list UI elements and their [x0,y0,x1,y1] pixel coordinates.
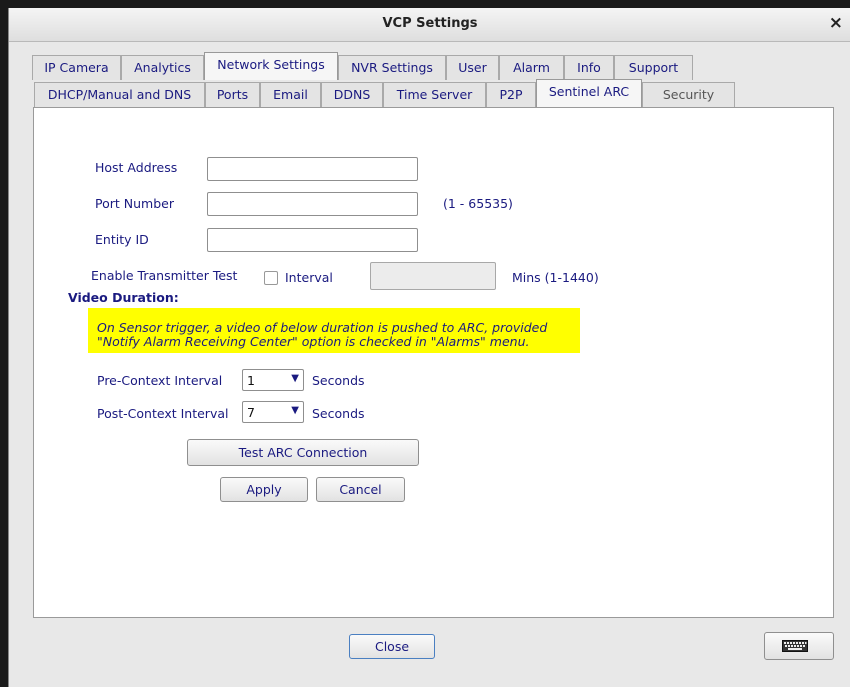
pre-context-value: 1 [247,373,255,388]
tab-nvr-settings[interactable]: NVR Settings [338,55,446,80]
pre-context-select[interactable]: 1 ▼ [242,369,304,391]
sentinel-arc-panel [33,107,834,618]
tab-dhcp-manual-dns[interactable]: DHCP/Manual and DNS [34,82,205,107]
cancel-button[interactable]: Cancel [316,477,405,502]
window-title: VCP Settings [382,16,478,31]
tab-time-server[interactable]: Time Server [383,82,486,107]
tab-ports[interactable]: Ports [205,82,260,107]
interval-label: Interval [285,270,333,285]
tab-info[interactable]: Info [564,55,614,80]
interval-unit-label: Mins (1-1440) [512,270,599,285]
interval-input[interactable] [370,262,496,290]
tab-alarm[interactable]: Alarm [499,55,564,80]
keyboard-button[interactable] [764,632,834,660]
note-line-1: On Sensor trigger, a video of below dura… [97,320,548,335]
apply-button[interactable]: Apply [220,477,308,502]
host-address-label: Host Address [95,160,178,175]
tab-support[interactable]: Support [614,55,693,80]
title-bar: VCP Settings × [9,8,850,42]
close-button[interactable]: Close [349,634,435,659]
tab-p2p[interactable]: P2P [486,82,536,107]
post-context-unit: Seconds [312,406,365,421]
window-close-icon[interactable]: × [829,13,843,33]
keyboard-icon [782,640,808,652]
host-address-input[interactable] [207,157,418,181]
post-context-select[interactable]: 7 ▼ [242,401,304,423]
post-context-label: Post-Context Interval [97,406,229,421]
tab-ip-camera[interactable]: IP Camera [32,55,121,80]
post-context-value: 7 [247,405,255,420]
port-number-label: Port Number [95,196,174,211]
transmitter-test-label: Enable Transmitter Test [91,268,238,283]
note-line-2: "Notify Alarm Receiving Center" option i… [97,334,530,349]
tab-sentinel-arc[interactable]: Sentinel ARC [536,79,642,107]
port-number-input[interactable] [207,192,418,216]
test-arc-connection-button[interactable]: Test ARC Connection [187,439,419,466]
tab-security[interactable]: Security [642,82,735,107]
port-range-hint: (1 - 65535) [443,196,513,211]
tab-ddns[interactable]: DDNS [321,82,383,107]
tab-network-settings[interactable]: Network Settings [204,52,338,80]
chevron-down-icon: ▼ [291,373,299,384]
tab-analytics[interactable]: Analytics [121,55,204,80]
video-duration-heading: Video Duration: [68,290,179,305]
tab-email[interactable]: Email [260,82,321,107]
entity-id-label: Entity ID [95,232,149,247]
arc-info-note: On Sensor trigger, a video of below dura… [88,308,580,353]
entity-id-input[interactable] [207,228,418,252]
chevron-down-icon: ▼ [291,405,299,416]
interval-checkbox[interactable] [264,271,278,285]
pre-context-unit: Seconds [312,373,365,388]
pre-context-label: Pre-Context Interval [97,373,223,388]
tab-user[interactable]: User [446,55,499,80]
